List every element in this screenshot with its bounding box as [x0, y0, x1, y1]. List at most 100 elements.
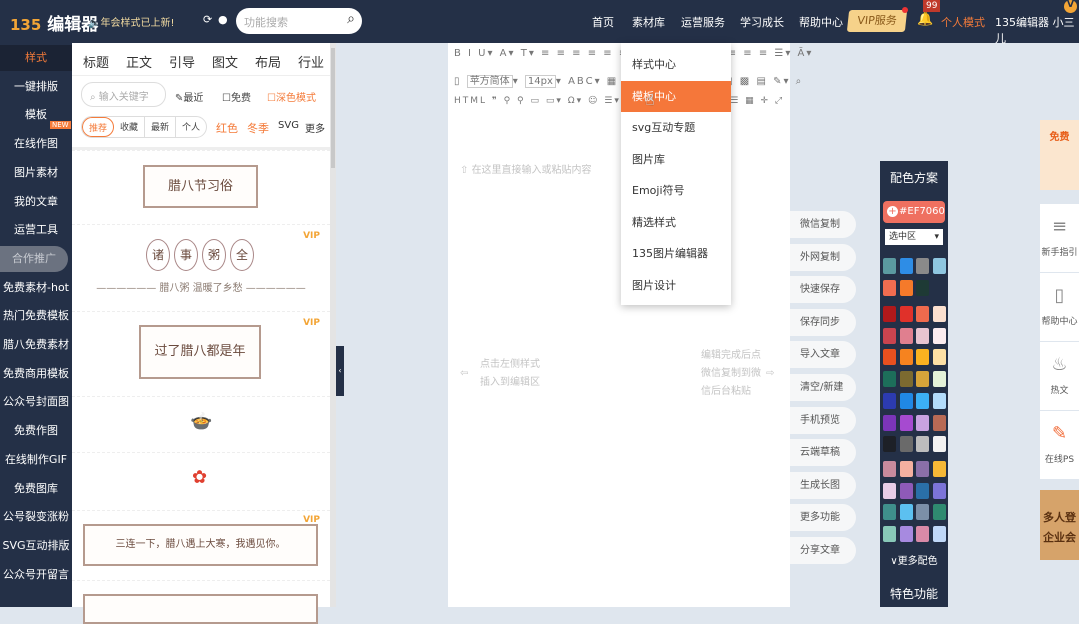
- nav-materials[interactable]: 素材库: [632, 14, 665, 30]
- font-family-select[interactable]: 苹方简体: [466, 75, 513, 88]
- color-swatch[interactable]: [932, 461, 946, 477]
- color-swatch[interactable]: [899, 349, 913, 366]
- color-swatch[interactable]: [916, 414, 929, 431]
- nav-home[interactable]: 首页: [592, 14, 614, 30]
- template-card[interactable]: VIP 三连一下，腊八遇上大寒，我遇见你。: [72, 510, 330, 580]
- logo[interactable]: 135 编辑器: [10, 10, 98, 35]
- color-swatch[interactable]: [916, 436, 929, 453]
- action-button[interactable]: 云端草稿: [790, 439, 856, 467]
- action-button[interactable]: 生成长图: [790, 471, 856, 499]
- tab-body[interactable]: 正文: [126, 52, 152, 71]
- tab-title[interactable]: 标题: [83, 52, 109, 71]
- color-swatch[interactable]: [899, 526, 913, 543]
- color-swatch[interactable]: [899, 482, 913, 499]
- tab-guide[interactable]: 引导: [169, 52, 195, 71]
- menu-item[interactable]: 样式中心: [621, 49, 731, 80]
- color-swatch[interactable]: [883, 526, 896, 543]
- color-swatch[interactable]: [883, 414, 896, 431]
- scope-select[interactable]: 选中区: [885, 229, 943, 245]
- color-swatch[interactable]: [932, 392, 946, 409]
- dark-mode-checkbox[interactable]: ☐深色模式: [267, 89, 316, 104]
- sidebar-item[interactable]: 免费图库: [0, 476, 72, 502]
- guide-button[interactable]: ≡ 新手指引: [1040, 204, 1079, 272]
- color-swatch[interactable]: [916, 371, 929, 388]
- scrollbar-thumb[interactable]: [331, 48, 335, 168]
- action-button[interactable]: 外网复制: [790, 243, 856, 271]
- sidebar-item[interactable]: 公众号封面图: [0, 389, 72, 415]
- color-swatch[interactable]: [883, 349, 896, 366]
- recent-filter[interactable]: ✎最近: [175, 89, 203, 104]
- color-swatch[interactable]: [899, 436, 913, 453]
- free-checkbox[interactable]: ☐免费: [222, 89, 251, 104]
- template-card[interactable]: VIP 诸 事 粥 全 —————— 腊八粥 温暖了乡愁 ——————: [72, 224, 330, 311]
- segment-favorites[interactable]: 收藏: [114, 117, 146, 137]
- tag-svg[interactable]: SVG: [278, 120, 299, 131]
- sidebar-item[interactable]: 免费商用模板: [0, 361, 72, 387]
- menu-item[interactable]: 图片设计: [621, 270, 731, 301]
- color-swatch[interactable]: [883, 258, 896, 274]
- refresh-icon[interactable]: ⟳: [203, 13, 212, 26]
- sidebar-item[interactable]: 在线作图: [0, 131, 72, 157]
- color-swatch[interactable]: [916, 306, 929, 322]
- hot-articles-button[interactable]: ♨ 热文: [1040, 342, 1079, 410]
- color-swatch[interactable]: [883, 327, 896, 344]
- tag-more[interactable]: 更多: [305, 120, 325, 135]
- tag-winter[interactable]: 冬季: [247, 120, 269, 136]
- color-swatch[interactable]: [899, 327, 913, 344]
- template-card[interactable]: 腊八节习俗: [72, 150, 330, 224]
- sidebar-item[interactable]: 一键排版: [0, 74, 72, 100]
- color-swatch[interactable]: [899, 414, 913, 431]
- user-name[interactable]: 135编辑器 小三儿: [995, 14, 1079, 46]
- color-swatch[interactable]: [883, 504, 896, 521]
- feature-search[interactable]: 功能搜索 ⌕: [236, 8, 362, 34]
- template-card[interactable]: VIP 过了腊八都是年: [72, 311, 330, 396]
- nav-learning[interactable]: 学习成长: [740, 14, 784, 30]
- action-button[interactable]: 保存同步: [790, 308, 856, 336]
- personal-mode-link[interactable]: 个人模式: [941, 14, 985, 30]
- action-button[interactable]: 快速保存: [790, 276, 856, 304]
- bell-icon[interactable]: 🔔: [917, 12, 933, 27]
- font-size-select[interactable]: 14px: [524, 75, 556, 88]
- style-panel-scrollbar[interactable]: [330, 43, 336, 607]
- sidebar-item[interactable]: 热门免费模板: [0, 303, 72, 329]
- color-swatch[interactable]: [899, 306, 913, 322]
- color-swatch[interactable]: [916, 279, 929, 296]
- sidebar-item[interactable]: 在线制作GIF: [0, 447, 72, 473]
- search-input[interactable]: 功能搜索: [244, 14, 288, 30]
- sidebar-item[interactable]: SVG互动排版: [0, 533, 72, 559]
- color-swatch[interactable]: [916, 526, 929, 543]
- color-swatch[interactable]: [883, 482, 896, 499]
- color-swatch[interactable]: [916, 349, 929, 366]
- nav-help[interactable]: 帮助中心: [799, 14, 843, 30]
- tab-industry[interactable]: 行业: [298, 52, 324, 71]
- menu-item[interactable]: 模板中心: [621, 80, 731, 112]
- template-card[interactable]: ✿: [72, 452, 330, 510]
- online-ps-button[interactable]: ✎ 在线PS: [1040, 411, 1079, 479]
- collapse-panel-handle[interactable]: ‹: [336, 346, 344, 396]
- menu-item[interactable]: 135图片编辑器: [621, 238, 731, 269]
- sidebar-item[interactable]: 合作推广: [0, 245, 68, 272]
- sidebar-item[interactable]: 公众号开留言: [0, 562, 72, 588]
- color-swatch[interactable]: [932, 306, 946, 322]
- color-swatch[interactable]: [916, 461, 929, 477]
- menu-item[interactable]: svg互动专题: [621, 112, 731, 143]
- sidebar-item[interactable]: 免费素材-hot: [0, 275, 72, 301]
- color-swatch[interactable]: [883, 461, 896, 477]
- color-swatch[interactable]: [932, 482, 946, 499]
- action-button[interactable]: 清空/新建: [790, 374, 856, 401]
- action-button[interactable]: 分享文章: [790, 537, 856, 564]
- promo-banner[interactable]: 免费: [1040, 120, 1079, 190]
- enterprise-banner[interactable]: 多人登 企业会: [1040, 490, 1079, 560]
- tab-image-text[interactable]: 图文: [212, 52, 238, 71]
- sidebar-item[interactable]: 腊八免费素材: [0, 332, 72, 358]
- more-colors-button[interactable]: ∨更多配色: [880, 552, 948, 567]
- color-swatch[interactable]: [883, 279, 896, 296]
- color-swatch[interactable]: [883, 436, 896, 453]
- action-button[interactable]: 更多功能: [790, 504, 856, 532]
- color-swatch[interactable]: [932, 371, 946, 388]
- editor-area[interactable]: B I U▾ A▾ T▾ ≡ ≡ ≡ ≡ ≡ ≡ ≡ ≡ ≡ ≡ ≡ ≡ ≡ ≡…: [448, 43, 811, 607]
- vip-service-button[interactable]: VIP服务: [846, 10, 908, 32]
- color-swatch[interactable]: [932, 349, 946, 366]
- keyword-search-input[interactable]: ⌕ 输入关键字: [81, 82, 166, 107]
- segment-latest[interactable]: 最新: [145, 117, 177, 137]
